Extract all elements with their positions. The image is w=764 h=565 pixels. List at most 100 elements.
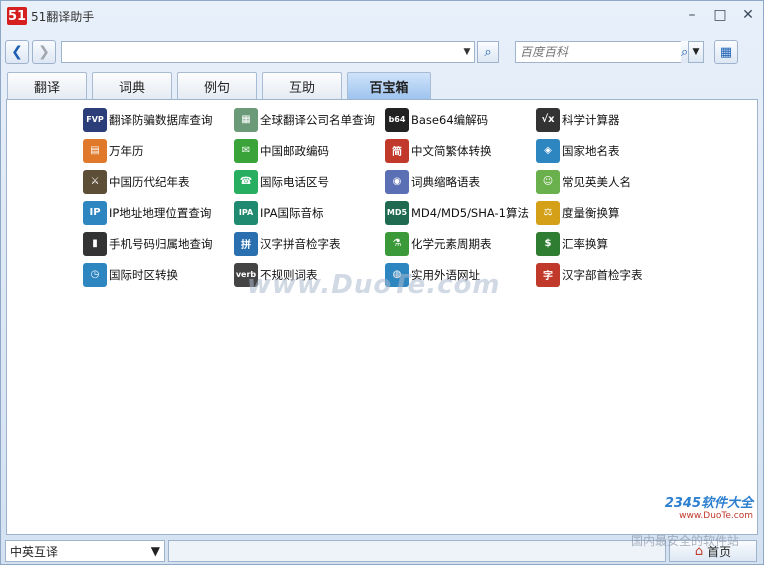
tool-item[interactable]: MD5 MD4/MD5/SHA-1算法 xyxy=(385,197,536,228)
tool-label: 国家地名表 xyxy=(562,143,620,158)
tool-item[interactable]: ◉ 词典缩略语表 xyxy=(385,166,536,197)
brand-badge: 2345软件大全 www.DuoTe.com xyxy=(613,492,753,532)
tab-4[interactable]: 百宝箱 xyxy=(347,72,431,99)
tool-item[interactable]: ▮ 手机号码归属地查询 xyxy=(83,228,234,259)
tab-strip: 翻译 词典 例句 互助 百宝箱 xyxy=(7,72,431,99)
tool-grid: FVP 翻译防骗数据库查询 ▦ 全球翻译公司名单查询 b64 Base64编解码 √x 科学计… xyxy=(83,104,703,290)
tool-item[interactable]: FVP 翻译防骗数据库查询 xyxy=(83,104,234,135)
app-title: 51翻译助手 xyxy=(31,9,95,24)
tool-label: 翻译防骗数据库查询 xyxy=(109,112,213,127)
url-dropdown-icon[interactable]: ▼ xyxy=(460,42,474,62)
search-engine-dropdown-icon[interactable]: ▼ xyxy=(688,41,704,63)
toolbox-panel: FVP 翻译防骗数据库查询 ▦ 全球翻译公司名单查询 b64 Base64编解码 √x 科学计… xyxy=(6,99,758,535)
base64-icon: b64 xyxy=(385,107,409,132)
phone-code-icon: ☎ xyxy=(234,169,258,194)
postcode-icon: ✉ xyxy=(234,138,258,163)
tool-label: 词典缩略语表 xyxy=(411,174,480,189)
tool-item[interactable]: IPA IPA国际音标 xyxy=(234,197,385,228)
english-names-icon: ☺ xyxy=(536,169,560,194)
title-bar: 51 51翻译助手 – □ ✕ xyxy=(1,1,763,31)
hash-icon: MD5 xyxy=(385,200,409,225)
tool-item[interactable]: $ 汇率换算 xyxy=(536,228,687,259)
toolbar: ❮ ❯ ▼ ⌕ ⌕ ▼ ▦ xyxy=(5,39,761,65)
chevron-down-icon: ▼ xyxy=(150,544,160,558)
app-logo: 51 xyxy=(7,7,27,25)
tool-label: 国际时区转换 xyxy=(109,267,178,282)
country-names-icon: ◈ xyxy=(536,138,560,163)
tool-label: 汇率换算 xyxy=(562,236,608,251)
radical-icon: 字 xyxy=(536,262,560,287)
tool-label: 中国邮政编码 xyxy=(260,143,329,158)
tool-item[interactable]: IP IP地址地理位置查询 xyxy=(83,197,234,228)
tool-label: IPA国际音标 xyxy=(260,205,324,220)
tool-item[interactable]: ⚔ 中国历代纪年表 xyxy=(83,166,234,197)
tool-label: 汉字拼音检字表 xyxy=(260,236,341,251)
tool-item[interactable]: ☺ 常见英美人名 xyxy=(536,166,687,197)
tab-1[interactable]: 词典 xyxy=(92,72,172,99)
tool-label: 常见英美人名 xyxy=(562,174,631,189)
tool-item[interactable]: ▦ 全球翻译公司名单查询 xyxy=(234,104,385,135)
url-box: ▼ xyxy=(61,41,475,63)
tool-item[interactable]: ✉ 中国邮政编码 xyxy=(234,135,385,166)
close-button[interactable]: ✕ xyxy=(739,6,757,24)
url-input[interactable] xyxy=(62,42,460,62)
chinese-convert-icon: 简 xyxy=(385,138,409,163)
brand-line-1: 2345软件大全 xyxy=(664,496,753,511)
tab-3[interactable]: 互助 xyxy=(262,72,342,99)
site-watermark: 国内最安全的软件站 xyxy=(631,534,740,548)
tab-2[interactable]: 例句 xyxy=(177,72,257,99)
tool-label: Base64编解码 xyxy=(411,112,489,127)
tool-label: 国际电话区号 xyxy=(260,174,329,189)
encyclopedia-search-box: ⌕ xyxy=(515,41,689,63)
minimize-button[interactable]: – xyxy=(683,6,701,24)
tool-label: 中文简繁体转换 xyxy=(411,143,492,158)
abbreviation-icon: ◉ xyxy=(385,169,409,194)
company-list-icon: ▦ xyxy=(234,107,258,132)
exchange-rate-icon: $ xyxy=(536,231,560,256)
tool-item[interactable]: 字汉字部首检字表 xyxy=(536,259,687,290)
forward-button[interactable]: ❯ xyxy=(32,40,56,64)
back-button[interactable]: ❮ xyxy=(5,40,29,64)
tool-label: 度量衡换算 xyxy=(562,205,620,220)
tool-item[interactable]: b64 Base64编解码 xyxy=(385,104,536,135)
tool-item[interactable]: ⚖ 度量衡换算 xyxy=(536,197,687,228)
language-select[interactable]: 中英互译 ▼ xyxy=(5,540,165,562)
pinyin-icon: 拼 xyxy=(234,231,258,256)
tool-item[interactable]: ◈ 国家地名表 xyxy=(536,135,687,166)
tool-label: IP地址地理位置查询 xyxy=(109,205,212,220)
tool-item[interactable]: 简中文简繁体转换 xyxy=(385,135,536,166)
chronology-icon: ⚔ xyxy=(83,169,107,194)
calculator-button-icon[interactable]: ▦ xyxy=(714,40,738,64)
calendar-icon: ▤ xyxy=(83,138,107,163)
calculator-icon: √x xyxy=(536,107,560,132)
tool-item[interactable]: ⚗ 化学元素周期表 xyxy=(385,228,536,259)
language-select-value: 中英互译 xyxy=(10,544,59,559)
timezone-icon: ◷ xyxy=(83,262,107,287)
tool-item[interactable]: ▤ 万年历 xyxy=(83,135,234,166)
lookup-search-icon[interactable]: ⌕ xyxy=(477,41,499,63)
mobile-lookup-icon: ▮ xyxy=(83,231,107,256)
tool-label: 手机号码归属地查询 xyxy=(109,236,213,251)
fraud-database-icon: FVP xyxy=(83,107,107,132)
maximize-button[interactable]: □ xyxy=(711,6,729,24)
tool-label: 化学元素周期表 xyxy=(411,236,492,251)
app-window: 51 51翻译助手 – □ ✕ ❮ ❯ ▼ ⌕ ⌕ ▼ ▦ 翻译词典例句互助百宝… xyxy=(0,0,764,565)
encyclopedia-search-input[interactable] xyxy=(516,42,681,62)
tool-label: 科学计算器 xyxy=(562,112,620,127)
tab-0[interactable]: 翻译 xyxy=(7,72,87,99)
tool-label: 全球翻译公司名单查询 xyxy=(260,112,375,127)
tool-label: 中国历代纪年表 xyxy=(109,174,190,189)
tool-label: MD4/MD5/SHA-1算法 xyxy=(411,205,529,220)
unit-convert-icon: ⚖ xyxy=(536,200,560,225)
tool-item[interactable]: ◷ 国际时区转换 xyxy=(83,259,234,290)
tool-item[interactable]: ☎ 国际电话区号 xyxy=(234,166,385,197)
window-controls: – □ ✕ xyxy=(683,6,757,24)
ip-lookup-icon: IP xyxy=(83,200,107,225)
tool-label: 汉字部首检字表 xyxy=(562,267,643,282)
tool-item[interactable]: √x 科学计算器 xyxy=(536,104,687,135)
tool-label: 万年历 xyxy=(109,143,144,158)
ipa-icon: IPA xyxy=(234,200,258,225)
status-field xyxy=(168,540,666,562)
tool-item[interactable]: 拼汉字拼音检字表 xyxy=(234,228,385,259)
periodic-table-icon: ⚗ xyxy=(385,231,409,256)
